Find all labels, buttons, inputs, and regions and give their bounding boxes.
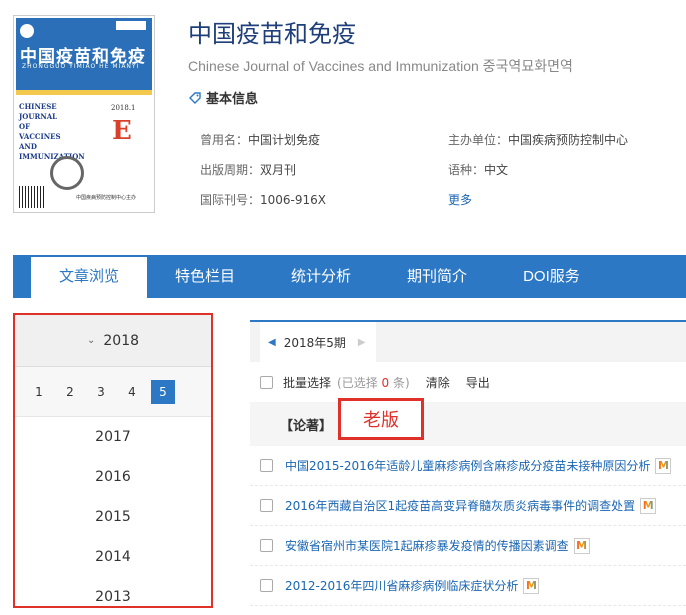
article-checkbox[interactable] bbox=[260, 459, 273, 472]
section-label: 【论著】 bbox=[280, 418, 333, 434]
basic-info-heading: 基本信息 bbox=[188, 88, 258, 107]
article-title[interactable]: 2016年西藏自治区1起疫苗高变异脊髓灰质炎病毒事件的调查处置 bbox=[285, 497, 635, 514]
tab-featured-columns[interactable]: 特色栏目 bbox=[147, 255, 263, 298]
cover-barcode bbox=[19, 186, 45, 208]
year-issue-sidebar: ⌄ 2018 1 2 3 4 5 2017 2016 2015 2014 201… bbox=[13, 313, 213, 608]
m-badge-icon[interactable]: M bbox=[523, 577, 540, 594]
issue-list: 1 2 3 4 5 bbox=[15, 367, 211, 417]
issn-label: 国际刊号： bbox=[200, 193, 261, 207]
m-badge-icon[interactable]: M bbox=[640, 497, 657, 514]
issue-4[interactable]: 4 bbox=[120, 380, 144, 404]
year-2017[interactable]: 2017 bbox=[15, 417, 211, 457]
article-title[interactable]: 中国2015-2016年适龄儿童麻疹病例含麻疹成分疫苗未接种原因分析 bbox=[285, 457, 650, 474]
period-value: 双月刊 bbox=[260, 163, 297, 177]
year-2014[interactable]: 2014 bbox=[15, 537, 211, 577]
article-list-panel: ◀ 2018年5期 ▶ 批量选择 (已选择 0 条) 清除 导出 【论著】 老版… bbox=[250, 320, 686, 606]
issue-2[interactable]: 2 bbox=[58, 380, 82, 404]
former-name-label: 曾用名： bbox=[200, 133, 249, 147]
year-2016[interactable]: 2016 bbox=[15, 457, 211, 497]
basic-info-label: 基本信息 bbox=[206, 92, 259, 107]
sponsor-row: 主办单位：中国疾病预防控制中心 bbox=[448, 131, 628, 148]
former-name-value: 中国计划免疫 bbox=[248, 133, 321, 147]
batch-select-checkbox[interactable] bbox=[260, 375, 273, 389]
article-title[interactable]: 安徽省宿州市某医院1起麻疹暴发疫情的传播因素调查 bbox=[285, 537, 569, 554]
article-row: 2012-2016年四川省麻疹病例临床症状分析 M bbox=[250, 566, 686, 606]
article-checkbox[interactable] bbox=[260, 539, 273, 552]
issn-value: 1006-916X bbox=[260, 193, 327, 207]
selected-count: 0 bbox=[381, 375, 390, 390]
current-year-label: 2018 bbox=[103, 332, 140, 349]
selected-info: (已选择 0 条) bbox=[337, 375, 410, 390]
cover-e-logo: E bbox=[112, 116, 132, 146]
article-row: 2016年西藏自治区1起疫苗高变异脊髓灰质炎病毒事件的调查处置 M bbox=[250, 486, 686, 526]
article-row: 安徽省宿州市某医院1起麻疹暴发疫情的传播因素调查 M bbox=[250, 526, 686, 566]
issue-3[interactable]: 3 bbox=[89, 380, 113, 404]
issue-tab-label: 2018年5期 bbox=[283, 335, 346, 350]
cover-logo-icon bbox=[20, 24, 34, 38]
main-nav: 文章浏览 特色栏目 统计分析 期刊简介 DOI服务 bbox=[13, 255, 686, 298]
year-expanded-2018[interactable]: ⌄ 2018 bbox=[15, 315, 211, 367]
cover-yellow-band bbox=[16, 90, 152, 95]
journal-english-title: Chinese Journal of Vaccines and Immuniza… bbox=[188, 58, 573, 74]
batch-toolbar: 批量选择 (已选择 0 条) 清除 导出 bbox=[250, 362, 686, 402]
tab-article-browse[interactable]: 文章浏览 bbox=[31, 255, 148, 298]
period-row: 出版周期：双月刊 bbox=[200, 161, 296, 178]
journal-title: 中国疫苗和免疫 bbox=[188, 21, 356, 48]
journal-cover: 中国疫苗和免疫 ZHONGGUO YIMIAO HE MIANYI CHINES… bbox=[13, 15, 155, 213]
section-header: 【论著】 老版 bbox=[250, 398, 686, 446]
tag-icon bbox=[189, 91, 201, 104]
batch-select-label: 批量选择 bbox=[283, 375, 332, 390]
cover-emblem-icon bbox=[50, 156, 84, 190]
article-title[interactable]: 2012-2016年四川省麻疹病例临床症状分析 bbox=[285, 577, 518, 594]
period-label: 出版周期： bbox=[200, 163, 261, 177]
year-2013[interactable]: 2013 bbox=[15, 577, 211, 606]
chevron-down-icon: ⌄ bbox=[86, 335, 96, 346]
cover-publisher: 中国疾病预防控制中心主办 bbox=[76, 195, 137, 201]
issn-row: 国际刊号：1006-916X bbox=[200, 191, 326, 208]
tab-journal-intro[interactable]: 期刊简介 bbox=[379, 255, 495, 298]
article-checkbox[interactable] bbox=[260, 499, 273, 512]
tab-statistics[interactable]: 统计分析 bbox=[263, 255, 379, 298]
article-checkbox[interactable] bbox=[260, 579, 273, 592]
m-badge-icon[interactable]: M bbox=[655, 457, 672, 474]
language-label: 语种： bbox=[448, 163, 485, 177]
m-badge-icon[interactable]: M bbox=[573, 537, 590, 554]
year-2015[interactable]: 2015 bbox=[15, 497, 211, 537]
more-link[interactable]: 更多 bbox=[448, 193, 472, 207]
next-issue-icon[interactable]: ▶ bbox=[358, 337, 366, 348]
issue-1[interactable]: 1 bbox=[27, 380, 51, 404]
clear-button[interactable]: 清除 bbox=[426, 374, 450, 391]
cover-issn-box bbox=[116, 21, 146, 30]
more-link-row: 更多 bbox=[448, 191, 472, 208]
cover-en-title: CHINESE JOURNAL OF VACCINES AND IMMUNIZA… bbox=[19, 102, 85, 161]
sponsor-label: 主办单位： bbox=[448, 133, 509, 147]
issue-5[interactable]: 5 bbox=[151, 379, 175, 404]
export-button[interactable]: 导出 bbox=[466, 374, 490, 391]
sponsor-value: 中国疾病预防控制中心 bbox=[508, 133, 629, 147]
cover-pinyin: ZHONGGUO YIMIAO HE MIANYI bbox=[22, 63, 140, 70]
cover-year-issue: 2018.1 bbox=[111, 104, 136, 112]
issue-tab-bar: ◀ 2018年5期 ▶ bbox=[250, 320, 686, 362]
prev-issue-icon[interactable]: ◀ bbox=[268, 337, 276, 348]
tab-doi-service[interactable]: DOI服务 bbox=[495, 255, 608, 298]
issue-tab[interactable]: ◀ 2018年5期 ▶ bbox=[260, 322, 376, 362]
old-version-annotation: 老版 bbox=[338, 398, 424, 440]
article-row: 中国2015-2016年适龄儿童麻疹病例含麻疹成分疫苗未接种原因分析 M bbox=[250, 446, 686, 486]
former-name-row: 曾用名：中国计划免疫 bbox=[200, 131, 320, 148]
language-row: 语种：中文 bbox=[448, 161, 508, 178]
language-value: 中文 bbox=[484, 163, 509, 177]
